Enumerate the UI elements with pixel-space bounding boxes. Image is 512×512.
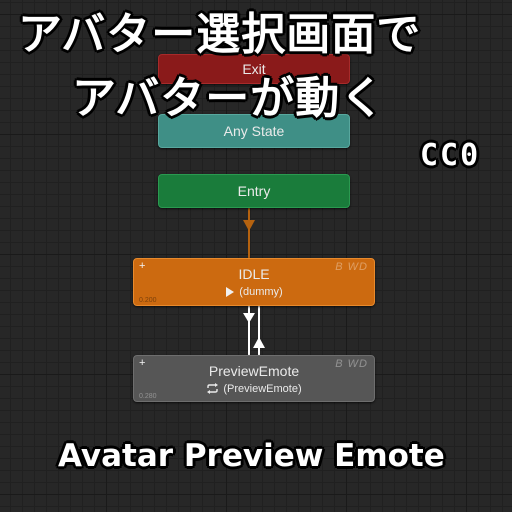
transition-up-arrow-icon xyxy=(253,337,265,348)
preview-duration-value: 0.280 xyxy=(139,393,157,400)
preview-state-tag: B WD xyxy=(335,358,368,370)
state-preview-emote[interactable]: + B WD PreviewEmote (PreviewEmote) 0.280 xyxy=(133,355,375,402)
preview-motion-label: (PreviewEmote) xyxy=(223,382,302,395)
license-label: CC0 xyxy=(420,138,481,173)
idle-motion: (dummy) xyxy=(225,286,283,298)
transition-entry-arrow-icon xyxy=(243,220,255,231)
state-entry-label: Entry xyxy=(237,183,271,199)
title-line-2: アバターが動く xyxy=(72,73,386,124)
title-line-1: アバター選択画面で xyxy=(18,9,422,60)
idle-motion-label: (dummy) xyxy=(239,286,283,298)
state-preview-label: PreviewEmote xyxy=(208,362,300,379)
loop-icon xyxy=(207,383,219,394)
preview-plus-icon[interactable]: + xyxy=(139,357,145,369)
idle-duration-value: 0.200 xyxy=(139,297,157,304)
play-icon xyxy=(226,287,235,297)
idle-state-tag: B WD xyxy=(335,261,368,273)
transition-down-arrow-icon xyxy=(243,313,255,323)
state-entry[interactable]: Entry xyxy=(158,174,350,208)
idle-plus-icon[interactable]: + xyxy=(139,260,145,272)
preview-motion: (PreviewEmote) xyxy=(206,382,302,395)
state-idle-label: IDLE xyxy=(238,266,270,282)
subtitle-label: Avatar Preview Emote xyxy=(58,438,445,474)
state-idle[interactable]: + B WD IDLE (dummy) 0.200 xyxy=(133,258,375,306)
